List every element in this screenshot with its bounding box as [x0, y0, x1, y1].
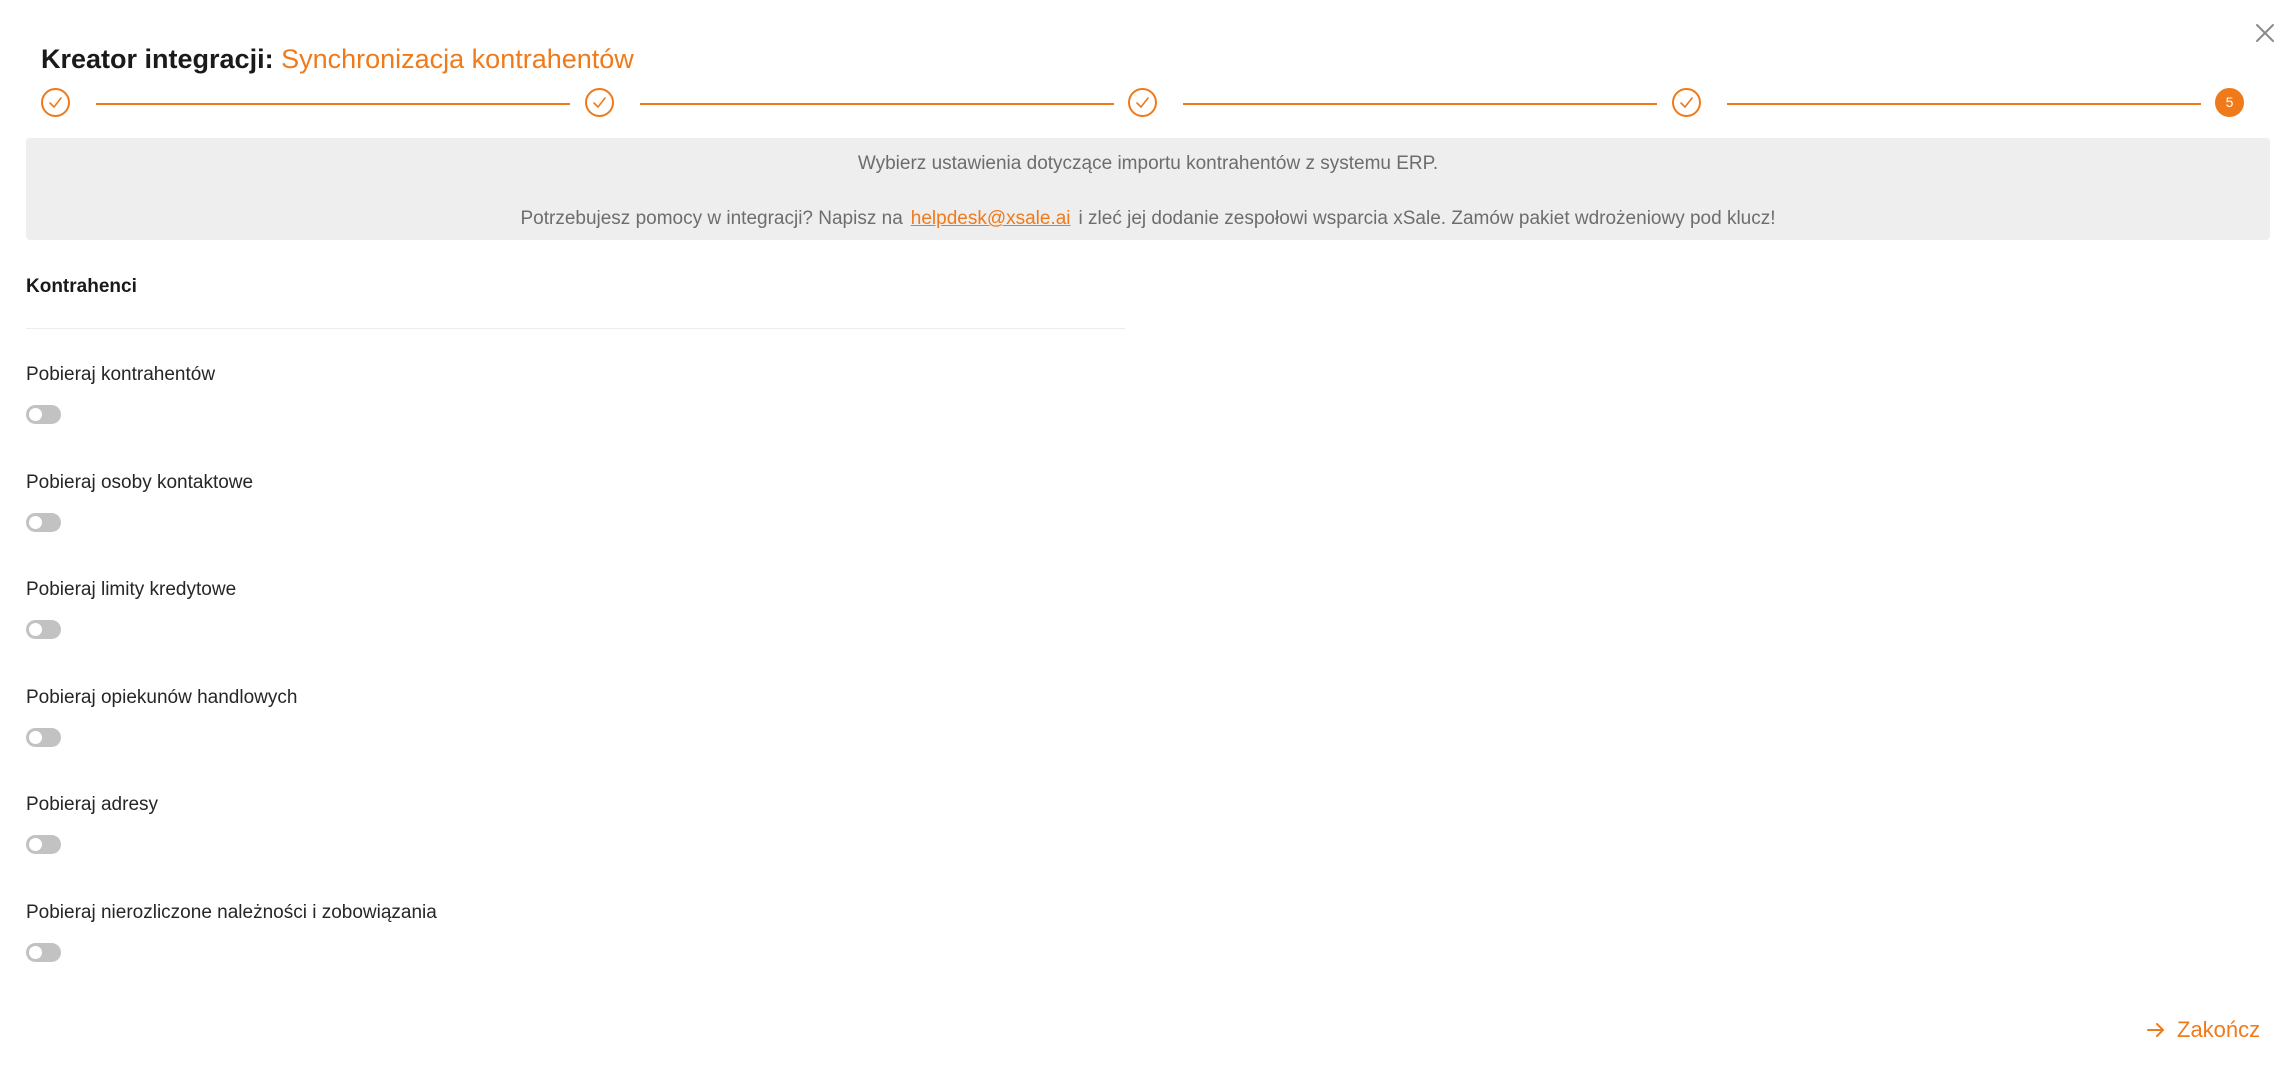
toggle-knob	[29, 516, 42, 529]
setting-label: Pobieraj kontrahentów	[26, 364, 216, 385]
step-1-indicator[interactable]	[41, 88, 70, 117]
info-instruction: Wybierz ustawienia dotyczące importu kon…	[857, 153, 1439, 174]
check-icon	[1136, 97, 1149, 108]
step-2-indicator[interactable]	[585, 88, 614, 117]
import-contractors-toggle[interactable]	[26, 405, 61, 424]
step-connector	[1183, 103, 1657, 105]
step-connector	[96, 103, 570, 105]
finish-label: Zakończ	[2177, 1017, 2261, 1042]
step-connector	[1727, 103, 2201, 105]
toggle-knob	[29, 408, 42, 421]
setting-label: Pobieraj opiekunów handlowych	[26, 687, 298, 708]
page-title: Kreator integracji: Synchronizacja kontr…	[41, 40, 634, 78]
setting-label: Pobieraj osoby kontaktowe	[26, 472, 254, 493]
setting-import-contractors: Pobieraj kontrahentów	[26, 361, 1125, 451]
info-help-text: Potrzebujesz pomocy w integracji? Napisz…	[520, 208, 903, 229]
step-connector	[640, 103, 1114, 105]
toggle-knob	[29, 731, 42, 744]
setting-label: Pobieraj adresy	[26, 794, 159, 815]
info-help-text-end: i zleć jej dodanie zespołowi wsparcia xS…	[1078, 208, 1776, 229]
close-icon	[2256, 24, 2274, 42]
setting-import-contacts: Pobieraj osoby kontaktowe	[26, 469, 1125, 559]
check-icon	[593, 97, 606, 108]
helpdesk-email-link[interactable]: helpdesk@xsale.ai	[911, 208, 1071, 229]
import-account-managers-toggle[interactable]	[26, 728, 61, 747]
setting-label: Pobieraj nierozliczone należności i zobo…	[26, 902, 437, 923]
info-banner: Wybierz ustawienia dotyczące importu kon…	[26, 138, 2270, 240]
toggle-knob	[29, 838, 42, 851]
import-addresses-toggle[interactable]	[26, 835, 61, 854]
title-prefix: Kreator integracji:	[41, 44, 274, 74]
section-divider	[26, 328, 1125, 329]
wizard-stepper: 5	[0, 88, 2296, 120]
finish-button[interactable]: Zakończ	[2145, 1015, 2260, 1045]
setting-import-addresses: Pobieraj adresy	[26, 791, 1125, 881]
step-4-indicator[interactable]	[1672, 88, 1701, 117]
setting-import-account-managers: Pobieraj opiekunów handlowych	[26, 684, 1125, 774]
setting-import-unsettled-balances: Pobieraj nierozliczone należności i zobo…	[26, 899, 1125, 989]
import-unsettled-balances-toggle[interactable]	[26, 943, 61, 962]
section-title: Kontrahenci	[26, 276, 137, 297]
import-credit-limits-toggle[interactable]	[26, 620, 61, 639]
import-contacts-toggle[interactable]	[26, 513, 61, 532]
step-3-indicator[interactable]	[1128, 88, 1157, 117]
setting-import-credit-limits: Pobieraj limity kredytowe	[26, 576, 1125, 666]
step-number: 5	[2225, 94, 2234, 110]
step-5-indicator[interactable]: 5	[2215, 88, 2244, 117]
title-highlight: Synchronizacja kontrahentów	[281, 44, 634, 74]
setting-label: Pobieraj limity kredytowe	[26, 579, 237, 600]
check-icon	[1680, 97, 1693, 108]
close-button[interactable]	[2252, 20, 2278, 46]
toggle-knob	[29, 623, 42, 636]
arrow-right-icon	[2147, 1023, 2164, 1037]
toggle-knob	[29, 946, 42, 959]
info-help-line: Potrzebujesz pomocy w integracji? Napisz…	[26, 206, 2270, 232]
check-icon	[49, 97, 62, 108]
